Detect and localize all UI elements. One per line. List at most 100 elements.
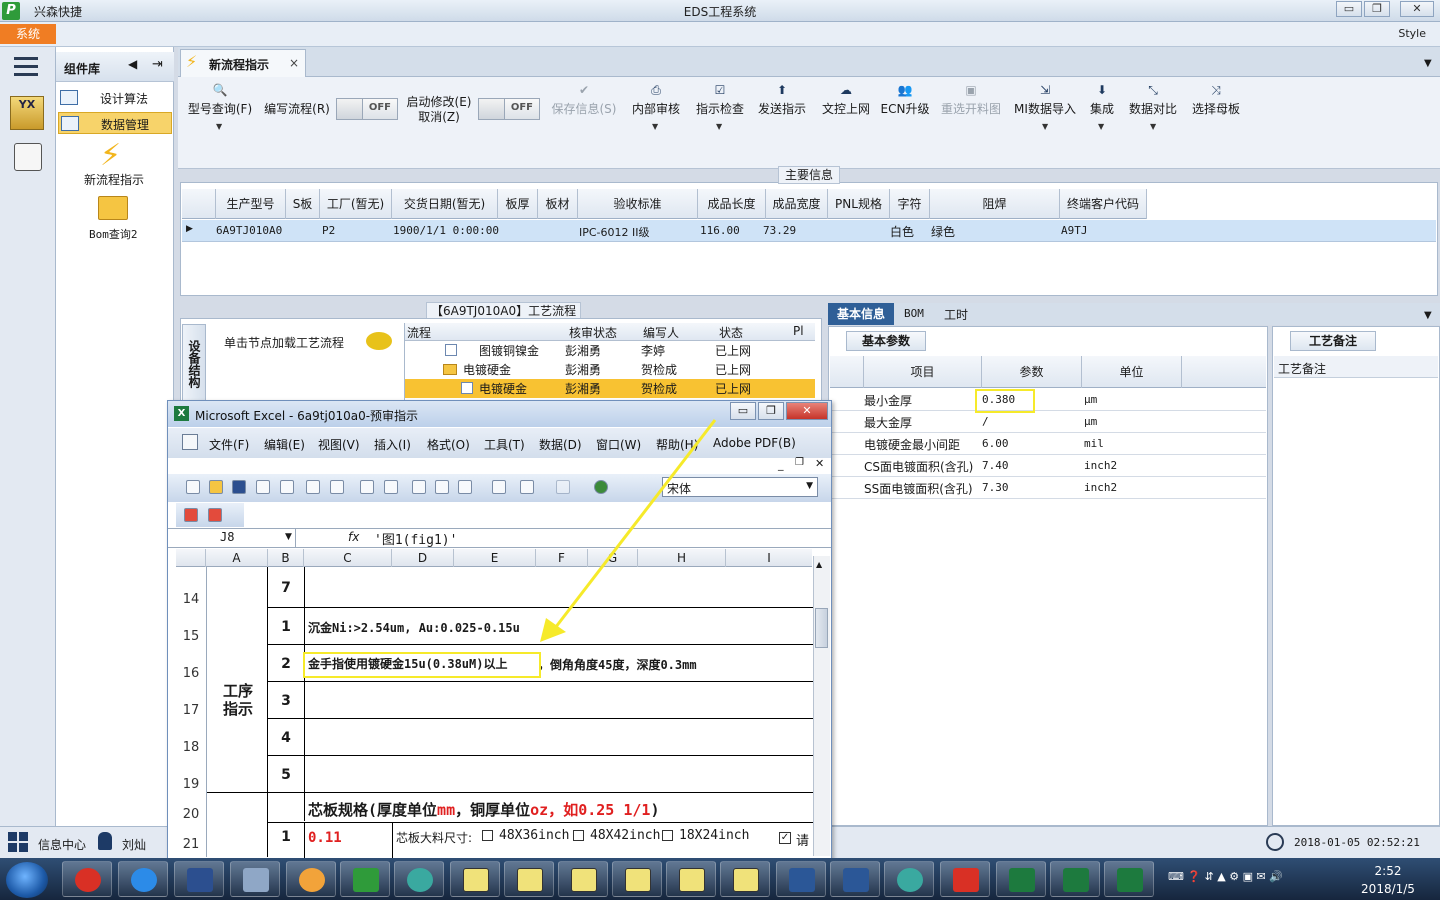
- launcher-bom-query[interactable]: Bom查询2: [89, 226, 138, 242]
- spelling-icon[interactable]: [360, 480, 374, 494]
- checkbox-48x42[interactable]: [573, 830, 584, 841]
- research-icon[interactable]: [384, 480, 398, 494]
- scroll-up-icon[interactable]: ▲: [816, 560, 822, 569]
- row-header[interactable]: 20: [176, 807, 206, 822]
- doc-restore-icon[interactable]: ❐: [795, 457, 804, 468]
- scrollbar-thumb[interactable]: [815, 608, 828, 648]
- reselect-cutting-chart-button[interactable]: ▣ 重选开料图: [938, 82, 1004, 132]
- column-header[interactable]: 终端客户代码: [1060, 189, 1147, 219]
- print-preview-icon[interactable]: [330, 480, 344, 494]
- pin-icon[interactable]: ⇥: [152, 57, 163, 72]
- copy-icon[interactable]: [435, 480, 449, 494]
- grid-apps-icon[interactable]: [8, 832, 30, 852]
- cell-b19[interactable]: 5: [268, 767, 304, 783]
- tab-process-notes[interactable]: 工艺备注: [1290, 331, 1376, 351]
- column-header[interactable]: Pl: [793, 324, 804, 338]
- cell-b18[interactable]: 4: [268, 730, 304, 746]
- tab-close-icon[interactable]: ×: [289, 56, 299, 70]
- excel-maximize-button[interactable]: ❐: [758, 402, 784, 420]
- tree-row[interactable]: 图镀铜镍金 彭湘勇 李婷 已上网: [405, 341, 815, 360]
- style-menu[interactable]: Style: [1398, 27, 1426, 40]
- cut-icon[interactable]: [412, 480, 426, 494]
- chevron-down-icon[interactable]: ▼: [285, 532, 292, 542]
- tray-clock-date[interactable]: 2018/1/5: [1356, 882, 1420, 896]
- excel-vertical-scrollbar[interactable]: [813, 556, 830, 856]
- tree-row-selected[interactable]: 电镀硬金 彭湘勇 贺检成 已上网: [405, 379, 815, 398]
- column-header[interactable]: S板: [286, 189, 320, 219]
- taskbar-app-eds[interactable]: [340, 861, 390, 897]
- checkbox-48x36[interactable]: [482, 830, 493, 841]
- pdf-icon[interactable]: [184, 508, 198, 522]
- column-header[interactable]: PNL规格: [828, 189, 890, 219]
- chevron-down-icon[interactable]: ▼: [1098, 122, 1104, 131]
- taskbar-app-shell[interactable]: [286, 861, 336, 897]
- component-item-design-algorithm[interactable]: 设计算法: [58, 87, 172, 109]
- row-header[interactable]: 21: [176, 837, 206, 852]
- email-icon[interactable]: [280, 480, 294, 494]
- row-select-corner[interactable]: [830, 356, 864, 388]
- taskbar-app-excel-6[interactable]: [720, 861, 770, 897]
- menu-edit[interactable]: 编辑(E): [264, 436, 305, 453]
- column-header[interactable]: 字符: [890, 189, 930, 219]
- column-header[interactable]: 状态: [719, 324, 743, 341]
- param-row[interactable]: CS面电镀面积(含孔) 7.40 inch2: [830, 455, 1266, 477]
- cell-i21[interactable]: 请: [796, 830, 809, 849]
- yx-factory-icon[interactable]: YX: [10, 96, 44, 130]
- param-row[interactable]: 最小金厚 0.380 μm: [830, 389, 1266, 411]
- cell-b14[interactable]: 7: [268, 580, 304, 596]
- pdf-mail-icon[interactable]: [208, 508, 222, 522]
- excel-close-button[interactable]: ✕: [786, 402, 828, 420]
- cell-d21[interactable]: 芯板大料尺寸:: [396, 829, 472, 846]
- send-instruction-button[interactable]: ⬆ 发送指示: [754, 82, 810, 132]
- taskbar-app-save[interactable]: [174, 861, 224, 897]
- chat-bubble-icon[interactable]: [366, 332, 392, 350]
- close-button[interactable]: ✕: [1400, 1, 1434, 17]
- excel-minimize-button[interactable]: ▭: [730, 402, 756, 420]
- column-header[interactable]: D: [392, 549, 454, 567]
- taskbar-app-excel-9[interactable]: [1104, 861, 1154, 897]
- folder-icon[interactable]: [98, 196, 128, 220]
- cell-row20-spec[interactable]: 芯板规格(厚度单位mm，铜厚单位oz，如0.25 1/1): [308, 799, 659, 820]
- formula-input[interactable]: '图1(fig1)': [374, 529, 457, 548]
- column-header[interactable]: 交货日期(暂无): [392, 189, 498, 219]
- chevron-down-icon[interactable]: ▼: [1042, 122, 1048, 131]
- doc-close-icon[interactable]: ✕: [815, 457, 824, 470]
- taskbar-app-excel-1[interactable]: [450, 861, 500, 897]
- menu-format[interactable]: 格式(O): [427, 436, 470, 453]
- component-item-data-management[interactable]: 数据管理: [58, 112, 172, 134]
- column-header[interactable]: 板厚: [498, 189, 538, 219]
- tab-bom[interactable]: BOM: [904, 307, 924, 320]
- doc-control-online-button[interactable]: ☁ 文控上网: [818, 82, 874, 132]
- checkbox-please-checked[interactable]: ✓: [779, 832, 791, 844]
- column-header[interactable]: 阻焊: [930, 189, 1060, 219]
- name-box[interactable]: J8: [176, 529, 296, 547]
- cell-b16[interactable]: 2: [268, 656, 304, 672]
- column-header[interactable]: 工厂(暂无): [320, 189, 392, 219]
- tree-row[interactable]: 电镀硬金 彭湘勇 贺检成 已上网: [405, 360, 815, 379]
- select-all-corner[interactable]: [176, 549, 206, 567]
- column-header[interactable]: 参数: [982, 356, 1082, 388]
- column-header[interactable]: 流程: [407, 324, 431, 341]
- column-header[interactable]: 核审状态: [569, 324, 617, 341]
- column-header[interactable]: C: [304, 549, 392, 567]
- paste-icon[interactable]: [458, 480, 472, 494]
- row-select-corner[interactable]: [182, 189, 216, 219]
- cell-b17[interactable]: 3: [268, 693, 304, 709]
- format-painter-icon[interactable]: [492, 480, 506, 494]
- row-header[interactable]: 15: [176, 629, 206, 644]
- tab-basic-params[interactable]: 基本参数: [846, 331, 926, 351]
- start-button[interactable]: [6, 862, 48, 898]
- cell-b15[interactable]: 1: [268, 619, 304, 635]
- taskbar-app-eye[interactable]: [394, 861, 444, 897]
- cell-c21[interactable]: 0.11: [308, 830, 342, 846]
- column-header[interactable]: 成品宽度: [766, 189, 828, 219]
- param-row[interactable]: 电镀硬金最小间距 6.00 mil: [830, 433, 1266, 455]
- save-icon[interactable]: [232, 480, 246, 494]
- hamburger-menu-icon[interactable]: [14, 57, 38, 77]
- start-modify-button[interactable]: 启动修改(E) 取消(Z): [404, 95, 474, 125]
- launcher-new-process[interactable]: 新流程指示: [84, 171, 144, 188]
- print-icon[interactable]: [306, 480, 320, 494]
- column-header[interactable]: 板材: [538, 189, 578, 219]
- column-header[interactable]: B: [268, 549, 304, 567]
- column-header[interactable]: 验收标准: [578, 189, 698, 219]
